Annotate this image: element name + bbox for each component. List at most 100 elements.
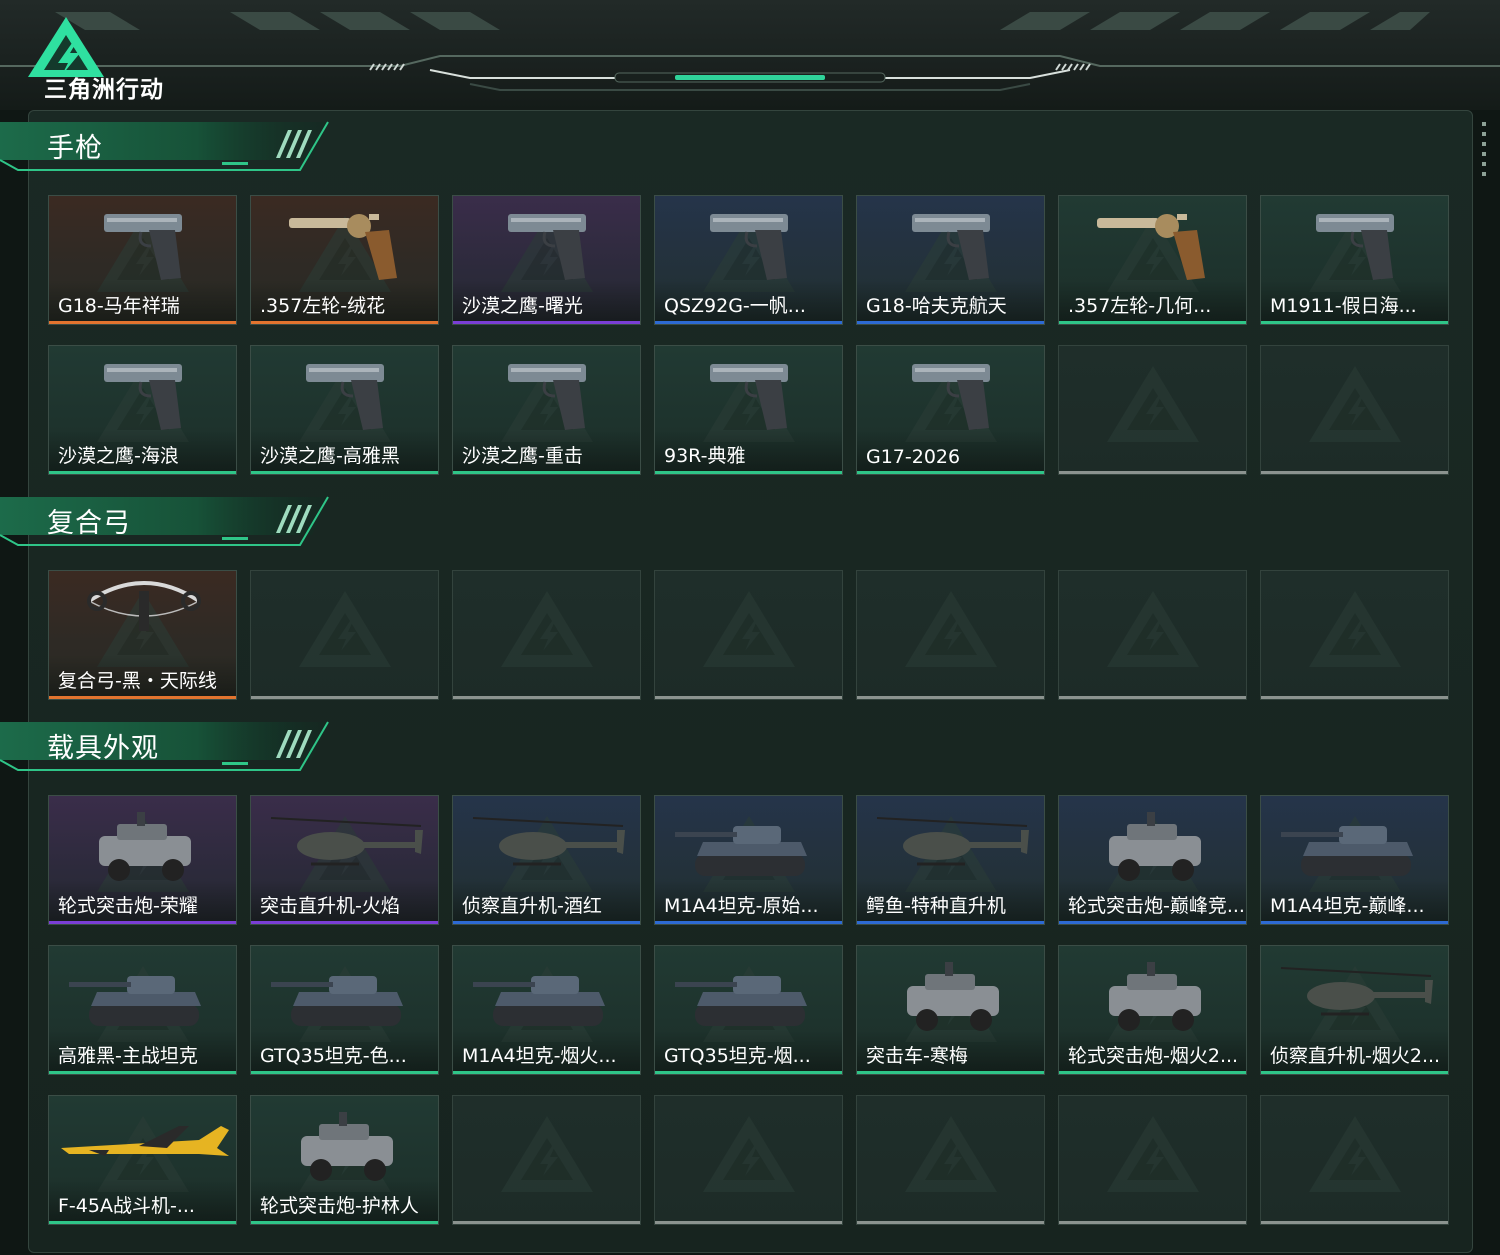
- item-card[interactable]: G17-2026: [856, 345, 1045, 475]
- item-card[interactable]: M1A4坦克-原始...: [654, 795, 843, 925]
- rarity-bar: [453, 696, 640, 699]
- item-name: 沙漠之鹰-海浪: [58, 445, 179, 467]
- empty-item-slot: [856, 570, 1045, 700]
- item-card[interactable]: QSZ92G-一帆...: [654, 195, 843, 325]
- item-name: 鳄鱼-特种直升机: [866, 895, 1006, 917]
- item-card[interactable]: 侦察直升机-烟火2...: [1260, 945, 1449, 1075]
- item-card[interactable]: G18-哈夫克航天: [856, 195, 1045, 325]
- item-card[interactable]: 复合弓-黑・天际线: [48, 570, 237, 700]
- item-card[interactable]: M1A4坦克-巅峰...: [1260, 795, 1449, 925]
- item-name: 轮式突击炮-护林人: [260, 1195, 419, 1217]
- item-card[interactable]: G18-马年祥瑞: [48, 195, 237, 325]
- rarity-bar: [1261, 321, 1448, 324]
- rarity-bar: [655, 1221, 842, 1224]
- item-card[interactable]: 突击直升机-火焰: [250, 795, 439, 925]
- empty-item-slot: [250, 570, 439, 700]
- item-card[interactable]: 轮式突击炮-烟火2...: [1058, 945, 1247, 1075]
- section-header: 载具外观: [0, 718, 330, 776]
- item-card[interactable]: GTQ35坦克-烟...: [654, 945, 843, 1075]
- rarity-bar: [1261, 1221, 1448, 1224]
- empty-item-slot: [654, 1095, 843, 1225]
- item-card[interactable]: 突击车-寒梅: [856, 945, 1045, 1075]
- rarity-bar: [655, 321, 842, 324]
- rarity-bar: [655, 471, 842, 474]
- rarity-bar: [857, 696, 1044, 699]
- item-name: M1A4坦克-烟火...: [462, 1045, 617, 1067]
- rarity-bar: [251, 1071, 438, 1074]
- item-card[interactable]: M1911-假日海...: [1260, 195, 1449, 325]
- rarity-bar: [453, 471, 640, 474]
- item-card[interactable]: 沙漠之鹰-曙光: [452, 195, 641, 325]
- item-name: G18-马年祥瑞: [58, 295, 180, 317]
- rarity-bar: [453, 1221, 640, 1224]
- rarity-bar: [251, 921, 438, 924]
- item-card[interactable]: 轮式突击炮-护林人: [250, 1095, 439, 1225]
- item-card[interactable]: 沙漠之鹰-重击: [452, 345, 641, 475]
- item-card[interactable]: GTQ35坦克-色...: [250, 945, 439, 1075]
- item-name: 复合弓-黑・天际线: [58, 670, 217, 692]
- item-card[interactable]: 沙漠之鹰-海浪: [48, 345, 237, 475]
- rarity-bar: [1059, 696, 1246, 699]
- rarity-bar: [251, 696, 438, 699]
- item-card[interactable]: .357左轮-几何...: [1058, 195, 1247, 325]
- item-name: 突击直升机-火焰: [260, 895, 400, 917]
- rarity-bar: [49, 471, 236, 474]
- rarity-bar: [251, 1221, 438, 1224]
- empty-item-slot: [856, 1095, 1045, 1225]
- rarity-bar: [857, 921, 1044, 924]
- item-card[interactable]: .357左轮-绒花: [250, 195, 439, 325]
- item-card[interactable]: 轮式突击炮-荣耀: [48, 795, 237, 925]
- rarity-bar: [1261, 1071, 1448, 1074]
- item-name: M1A4坦克-原始...: [664, 895, 819, 917]
- rarity-bar: [251, 471, 438, 474]
- item-name: GTQ35坦克-烟...: [664, 1045, 811, 1067]
- rarity-bar: [1059, 921, 1246, 924]
- item-name: 沙漠之鹰-重击: [462, 445, 583, 467]
- item-card[interactable]: 沙漠之鹰-高雅黑: [250, 345, 439, 475]
- rarity-bar: [1059, 1221, 1246, 1224]
- item-card[interactable]: 高雅黑-主战坦克: [48, 945, 237, 1075]
- item-card[interactable]: F-45A战斗机-...: [48, 1095, 237, 1225]
- empty-item-slot: [452, 570, 641, 700]
- rarity-bar: [857, 321, 1044, 324]
- item-name: 突击车-寒梅: [866, 1045, 968, 1067]
- item-name: .357左轮-绒花: [260, 295, 386, 317]
- scrollbar-indicator[interactable]: [1482, 122, 1486, 182]
- rarity-bar: [857, 471, 1044, 474]
- item-name: 93R-典雅: [664, 445, 746, 467]
- rarity-bar: [49, 1071, 236, 1074]
- rarity-bar: [655, 921, 842, 924]
- item-name: QSZ92G-一帆...: [664, 295, 806, 317]
- empty-item-slot: [1260, 1095, 1449, 1225]
- rarity-bar: [49, 1221, 236, 1224]
- item-name: M1A4坦克-巅峰...: [1270, 895, 1425, 917]
- rarity-bar: [1261, 696, 1448, 699]
- item-name: 轮式突击炮-烟火2...: [1068, 1045, 1239, 1067]
- rarity-bar: [453, 1071, 640, 1074]
- rarity-bar: [1059, 321, 1246, 324]
- item-name: M1911-假日海...: [1270, 295, 1417, 317]
- empty-item-slot: [1058, 345, 1247, 475]
- rarity-bar: [655, 1071, 842, 1074]
- item-name: 轮式突击炮-巅峰竞...: [1068, 895, 1244, 917]
- rarity-bar: [453, 921, 640, 924]
- empty-item-slot: [1058, 1095, 1247, 1225]
- item-name: 侦察直升机-烟火2...: [1270, 1045, 1441, 1067]
- item-name: GTQ35坦克-色...: [260, 1045, 407, 1067]
- top-header-bar: 三角洲行动: [0, 0, 1500, 110]
- item-card[interactable]: 鳄鱼-特种直升机: [856, 795, 1045, 925]
- item-name: 侦察直升机-酒红: [462, 895, 602, 917]
- item-card[interactable]: 侦察直升机-酒红: [452, 795, 641, 925]
- rarity-bar: [251, 321, 438, 324]
- item-card[interactable]: M1A4坦克-烟火...: [452, 945, 641, 1075]
- item-card[interactable]: 轮式突击炮-巅峰竞...: [1058, 795, 1247, 925]
- item-name: 沙漠之鹰-曙光: [462, 295, 583, 317]
- rarity-bar: [1261, 471, 1448, 474]
- rarity-bar: [1059, 1071, 1246, 1074]
- rarity-bar: [49, 321, 236, 324]
- item-card[interactable]: 93R-典雅: [654, 345, 843, 475]
- item-name: 高雅黑-主战坦克: [58, 1045, 198, 1067]
- header-decoration: [0, 12, 1500, 91]
- rarity-bar: [857, 1221, 1044, 1224]
- section-title: 载具外观: [47, 733, 159, 764]
